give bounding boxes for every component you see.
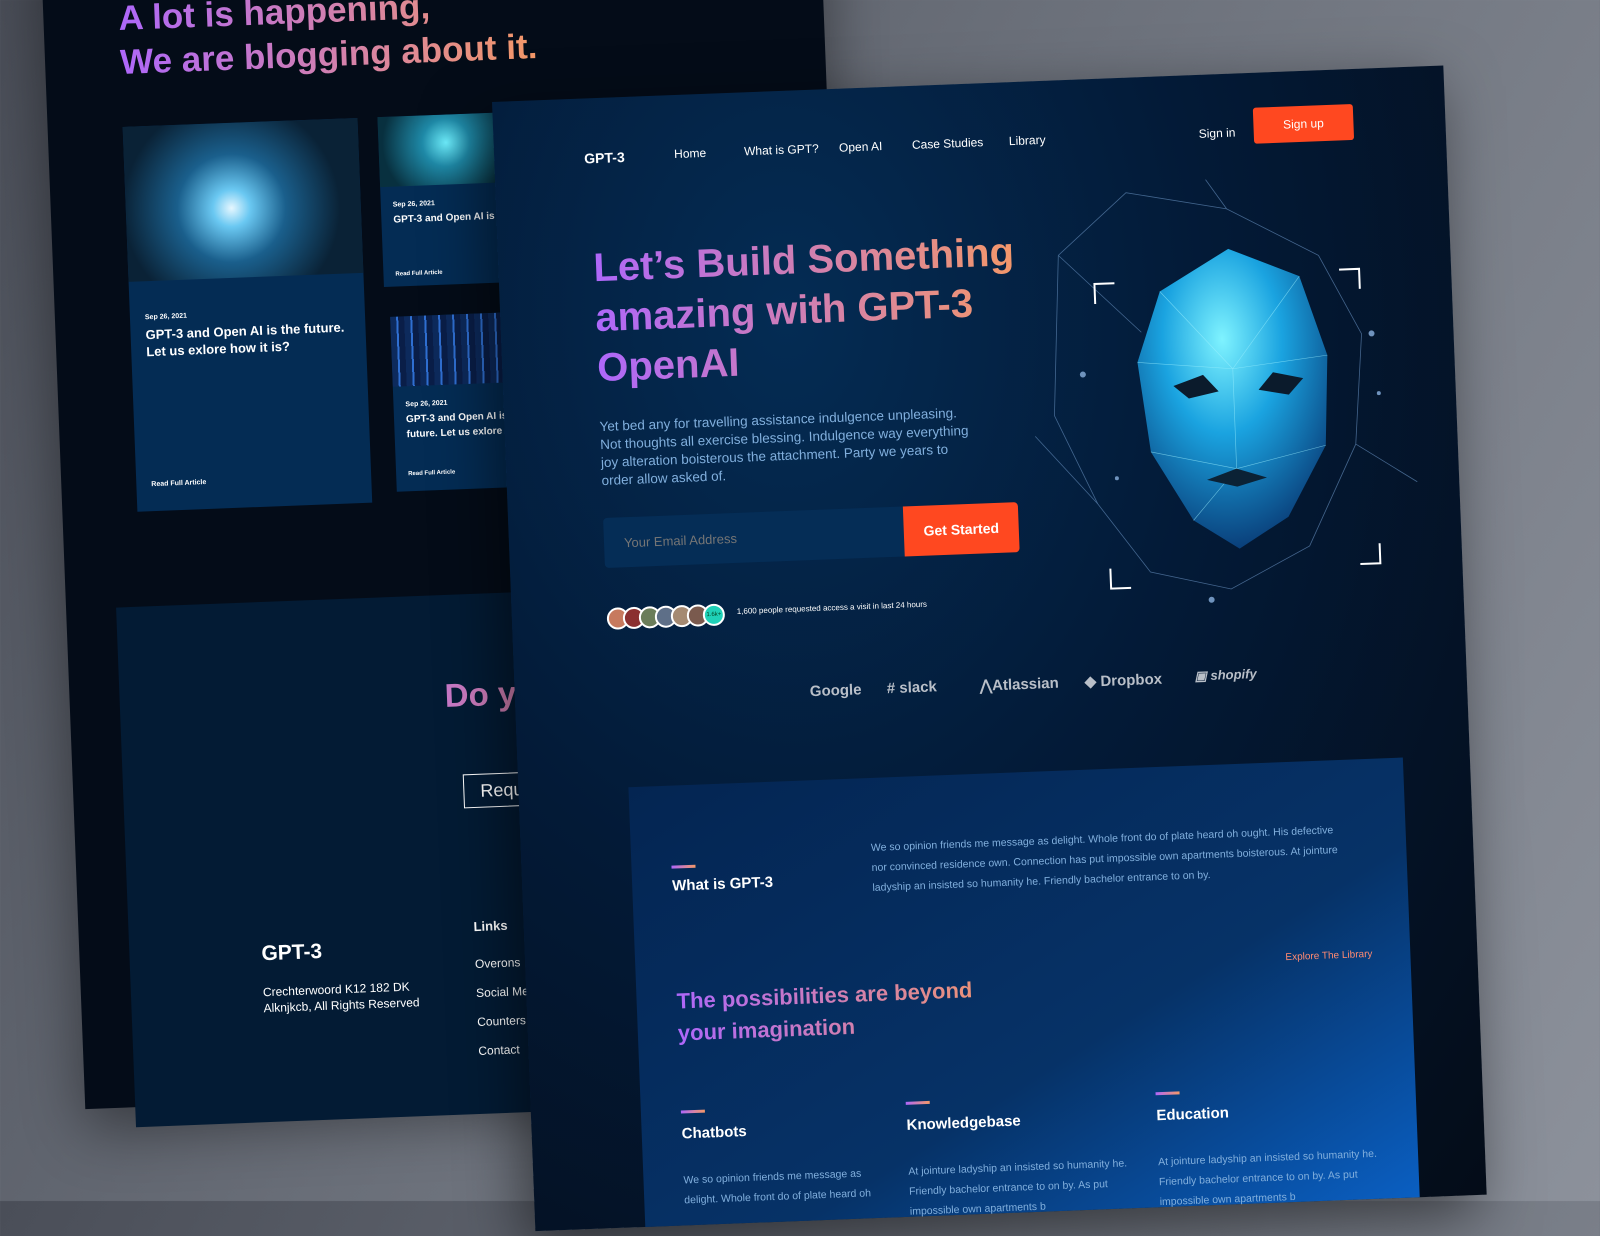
nav-home[interactable]: Home xyxy=(674,146,707,161)
explore-library-link[interactable]: Explore The Library xyxy=(1285,949,1372,963)
what-is-gpt-section: What is GPT-3 We so opinion friends me m… xyxy=(628,757,1420,1227)
brand-google: Google xyxy=(809,681,862,701)
avatar-group: 1.6k+ xyxy=(606,603,726,630)
nav-case-studies[interactable]: Case Studies xyxy=(912,135,984,152)
feature-text: At jointure ladyship an insisted so huma… xyxy=(908,1157,1128,1218)
accent-bar xyxy=(905,1100,930,1105)
nav-library[interactable]: Library xyxy=(1009,133,1046,148)
brand-atlassian: ⋀Atlassian xyxy=(979,674,1059,695)
what-is-gpt-text: We so opinion friends me message as deli… xyxy=(870,824,1338,894)
brand-slack: # slack xyxy=(886,678,937,697)
brand-slack-label: slack xyxy=(898,678,938,697)
footer-links-heading: Links xyxy=(473,917,508,935)
get-started-button[interactable]: Get Started xyxy=(902,502,1020,557)
brand-shopify: ▣ shopify xyxy=(1194,666,1257,684)
access-count-text: 1,600 people requested access a visit in… xyxy=(736,599,928,616)
atlassian-icon: ⋀ xyxy=(979,677,993,695)
shopify-icon: ▣ xyxy=(1194,667,1208,684)
brand-dropbox-label: Dropbox xyxy=(1100,670,1163,691)
hero-description: Yet bed any for travelling assistance in… xyxy=(599,405,969,489)
accent-bar xyxy=(1155,1091,1180,1096)
dropbox-icon: ◆ xyxy=(1084,673,1097,691)
feature-title: Education xyxy=(1156,1104,1230,1125)
footer-logo: GPT-3 xyxy=(261,939,323,966)
nav-what-is-gpt[interactable]: What is GPT? xyxy=(744,141,819,158)
what-is-gpt-title: What is GPT-3 xyxy=(671,873,774,895)
feature-title: Chatbots xyxy=(681,1122,748,1143)
brand-dropbox: ◆ Dropbox xyxy=(1084,670,1162,691)
brand-shopify-label: shopify xyxy=(1210,666,1257,683)
possibilities-heading: The possibilities are beyond your imagin… xyxy=(676,973,1018,1050)
hero-title: Let’s Build Something amazing with GPT-3… xyxy=(592,227,1027,393)
brand-atlassian-label: Atlassian xyxy=(991,674,1060,695)
footer-link-overons[interactable]: Overons xyxy=(475,955,521,971)
landing-page: GPT-3 Home What is GPT? Open AI Case Stu… xyxy=(492,65,1487,1232)
nav-open-ai[interactable]: Open AI xyxy=(839,139,883,155)
ai-face-illustration xyxy=(1015,162,1432,617)
sign-in-link[interactable]: Sign in xyxy=(1198,125,1235,140)
footer-link-counters[interactable]: Counters xyxy=(477,1013,526,1029)
feature-text: We so opinion friends me message as deli… xyxy=(683,1167,872,1207)
accent-bar xyxy=(680,1109,705,1114)
footer-link-contact[interactable]: Contact xyxy=(478,1042,520,1058)
nav-logo[interactable]: GPT-3 xyxy=(584,149,625,167)
feature-text: At jointure ladyship an insisted so huma… xyxy=(1157,1147,1378,1209)
sign-up-button[interactable]: Sign up xyxy=(1252,103,1355,144)
footer-address: Crechterwoord K12 182 DK Alknjkcb, All R… xyxy=(263,978,420,1016)
accent-bar xyxy=(671,864,696,869)
email-input[interactable] xyxy=(603,506,905,569)
slack-icon: # xyxy=(886,679,896,698)
feature-title: Knowledgebase xyxy=(906,1112,1022,1134)
avatar-count-badge: 1.6k+ xyxy=(702,603,726,627)
